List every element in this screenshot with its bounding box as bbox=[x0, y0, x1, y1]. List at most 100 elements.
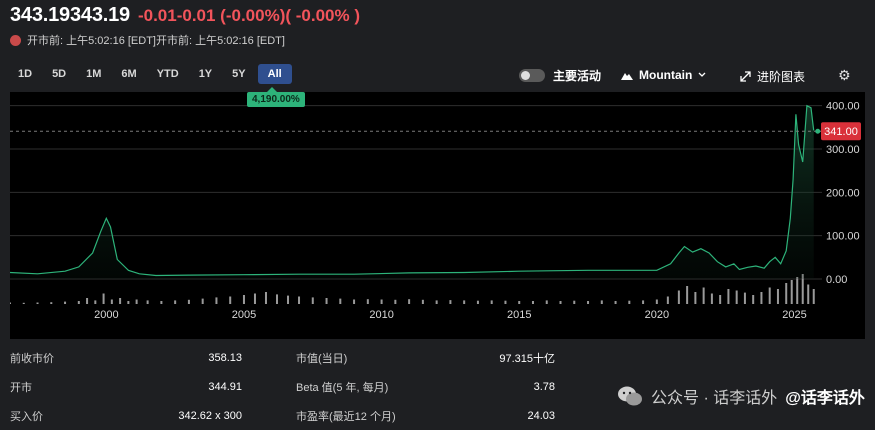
stat-label: 市盈率(最近12 个月) bbox=[296, 411, 396, 423]
volume-bar bbox=[339, 298, 342, 304]
volume-bar bbox=[807, 284, 810, 304]
volume-bar bbox=[253, 293, 256, 304]
volume-bar bbox=[702, 287, 705, 304]
volume-bar bbox=[408, 299, 411, 304]
range-tab-5d[interactable]: 5D bbox=[44, 64, 74, 84]
volume-bar bbox=[790, 280, 793, 304]
volume-bar bbox=[298, 296, 301, 304]
volume-bar bbox=[127, 301, 130, 304]
volume-bar bbox=[22, 302, 25, 304]
volume-bar bbox=[573, 300, 576, 304]
volume-bar bbox=[435, 300, 438, 304]
y-tick-label: 100.00 bbox=[826, 231, 860, 243]
wechat-icon bbox=[617, 385, 643, 407]
toggle-label: 主要活动 bbox=[553, 69, 602, 83]
chevron-down-icon bbox=[698, 72, 706, 77]
volume-bar bbox=[796, 277, 799, 304]
watermark-text: 公众号 · 话李话外 bbox=[651, 390, 778, 407]
volume-bar bbox=[311, 297, 314, 304]
volume-bar bbox=[760, 292, 763, 304]
volume-bar bbox=[614, 301, 617, 304]
advanced-chart-button[interactable]: 进阶图表 bbox=[740, 68, 805, 85]
volume-bar bbox=[642, 300, 645, 304]
x-tick-label: 2025 bbox=[782, 309, 806, 321]
toggle-switch[interactable] bbox=[519, 69, 545, 82]
volume-bar bbox=[490, 300, 493, 304]
price-change: -0.01-0.01 (-0.00%)( -0.00% ) bbox=[137, 6, 360, 25]
stat-value: 358.13 bbox=[208, 352, 242, 364]
volume-bar bbox=[36, 302, 39, 304]
volume-bar bbox=[287, 295, 290, 304]
stat-value: 3.78 bbox=[533, 381, 555, 393]
stat-open: 开市 344.91 bbox=[10, 379, 242, 395]
range-tab-1y[interactable]: 1Y bbox=[191, 64, 220, 84]
chart-svg: 400.00 300.00 200.00 100.00 0.00 2000 2005 2010… bbox=[10, 101, 861, 321]
volume-bar bbox=[776, 289, 779, 304]
volume-bar bbox=[135, 299, 138, 304]
range-tab-all[interactable]: All bbox=[257, 64, 292, 84]
settings-gear-icon[interactable]: ⚙ bbox=[838, 67, 851, 84]
range-tab-1d[interactable]: 1D bbox=[10, 64, 40, 84]
current-price-dot bbox=[815, 128, 821, 134]
volume-bar bbox=[694, 292, 697, 304]
toggle-knob bbox=[521, 71, 530, 80]
mountain-icon bbox=[621, 72, 633, 80]
watermark-handle: @话李话外 bbox=[785, 390, 865, 407]
x-tick-label: 2005 bbox=[232, 309, 256, 321]
volume-bar bbox=[476, 300, 479, 304]
volume-bar bbox=[77, 301, 80, 304]
chart-type-dropdown[interactable]: Mountain bbox=[621, 68, 706, 82]
range-tab-6m[interactable]: 6M bbox=[113, 64, 144, 84]
volume-bar bbox=[242, 295, 245, 304]
volume-bar bbox=[94, 300, 97, 304]
volume-bar bbox=[628, 300, 631, 304]
stat-market-cap: 市值(当日) 97.315十亿 bbox=[296, 350, 555, 366]
range-tab-ytd[interactable]: YTD bbox=[149, 64, 187, 84]
price-chart[interactable]: 400.00 300.00 200.00 100.00 0.00 2000 2005 2010… bbox=[10, 92, 865, 339]
y-tick-label: 300.00 bbox=[826, 144, 860, 156]
range-tab-5y[interactable]: 5Y bbox=[224, 64, 253, 84]
volume-bar bbox=[353, 299, 356, 304]
volume-bar bbox=[449, 300, 452, 304]
stat-label: 市值(当日) bbox=[296, 353, 348, 365]
volume-bar bbox=[86, 298, 89, 304]
current-price-label: 341.00 bbox=[824, 126, 858, 138]
x-tick-label: 2010 bbox=[369, 309, 393, 321]
volume-bar bbox=[531, 301, 534, 304]
volume-bar bbox=[325, 298, 328, 304]
stat-prev-close: 前收市价 358.13 bbox=[10, 350, 242, 366]
volume-bar bbox=[421, 299, 424, 304]
key-events-toggle[interactable]: 主要活动 bbox=[519, 67, 601, 84]
expand-icon bbox=[740, 71, 751, 82]
stat-label: 开市 bbox=[10, 382, 32, 394]
watermark: 公众号 · 话李话外 @话李话外 bbox=[617, 384, 865, 408]
x-tick-label: 2000 bbox=[94, 309, 118, 321]
volume-bar bbox=[394, 299, 397, 304]
volume-bar bbox=[812, 289, 815, 304]
volume-bar bbox=[559, 301, 562, 304]
volume-bar bbox=[102, 293, 105, 304]
stat-label: 前收市价 bbox=[10, 353, 54, 365]
y-tick-label: 0.00 bbox=[826, 274, 847, 286]
volume-bar bbox=[50, 302, 53, 304]
volume-bar bbox=[752, 295, 755, 304]
volume-bar bbox=[229, 296, 232, 304]
price-header: 343.19343.19 -0.01-0.01 (-0.00%)( -0.00%… bbox=[10, 4, 360, 26]
volume-bar bbox=[366, 299, 369, 304]
stat-label: Beta 值(5 年, 每月) bbox=[296, 382, 389, 394]
volume-bar bbox=[677, 290, 680, 304]
volume-bar bbox=[666, 296, 669, 304]
volume-bar bbox=[710, 293, 713, 304]
volume-bar bbox=[201, 298, 204, 304]
stat-value: 97.315十亿 bbox=[499, 353, 555, 365]
premarket-row: 开市前: 上午5:02:16 [EDT]开市前: 上午5:02:16 [EDT] bbox=[10, 32, 285, 48]
stat-value: 24.03 bbox=[527, 410, 555, 422]
volume-bar bbox=[119, 298, 122, 304]
stat-bid: 买入价 342.62 x 300 bbox=[10, 408, 242, 424]
range-tab-1m[interactable]: 1M bbox=[78, 64, 109, 84]
volume-bar bbox=[587, 301, 590, 304]
volume-bar bbox=[686, 286, 689, 304]
volume-bar bbox=[160, 301, 163, 304]
current-price: 343.19343.19 bbox=[10, 4, 130, 26]
y-tick-label: 400.00 bbox=[826, 101, 860, 113]
